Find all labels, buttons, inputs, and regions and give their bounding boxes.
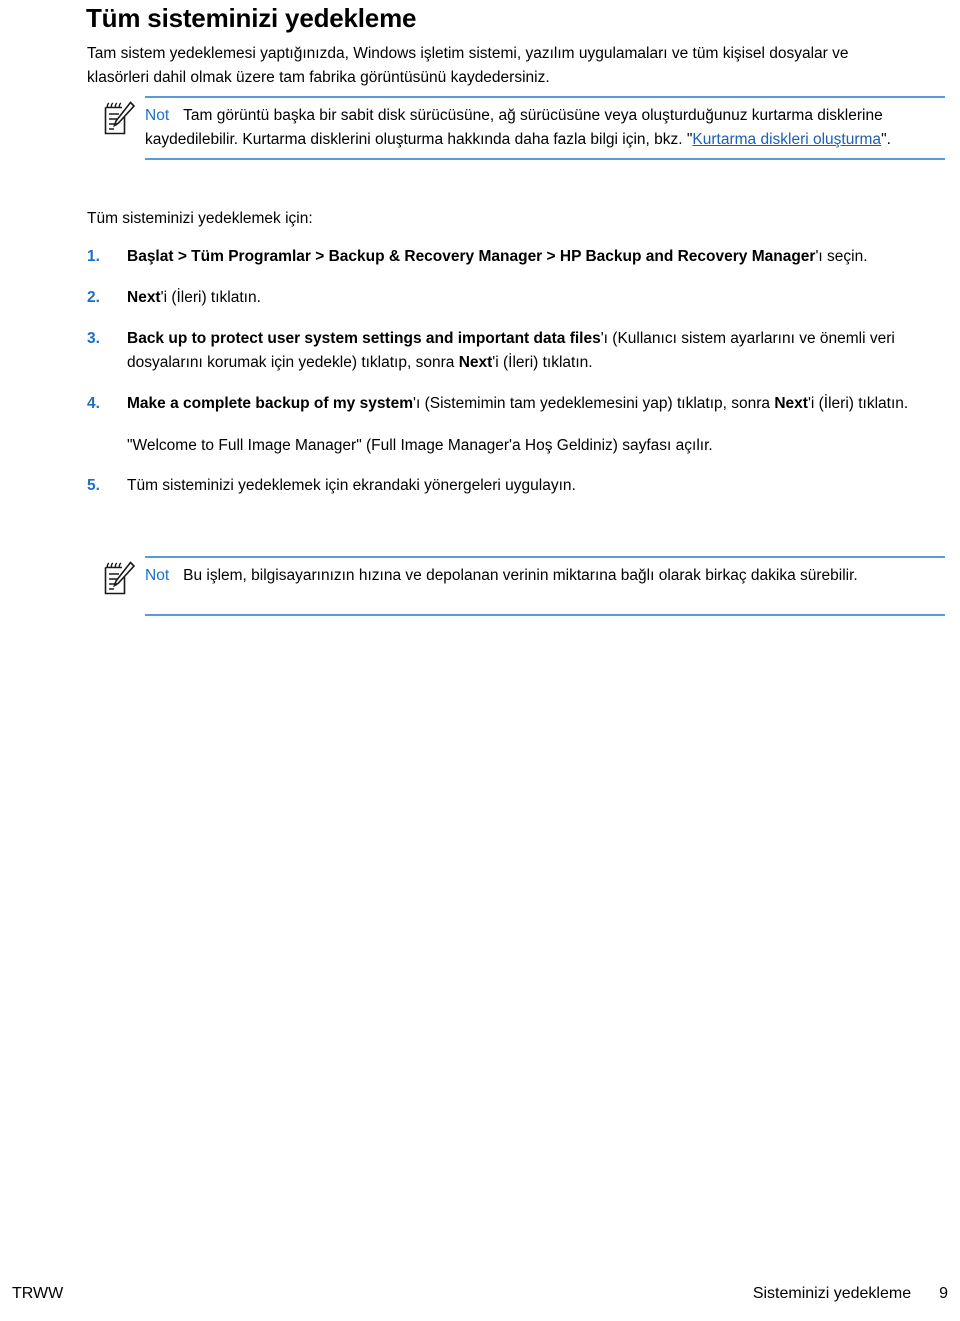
steps-list: 1. Başlat > Tüm Programlar > Backup & Re… [87,245,947,515]
page-footer: TRWW Sisteminizi yedekleme 9 [0,1285,960,1309]
step-rest: 'i (İleri) tıklatın. [807,395,909,412]
step-number: 5. [87,477,100,494]
step-bold-2: Next [458,354,493,371]
list-item: 3. Back up to protect user system settin… [87,327,947,375]
step-rest: 'i (İleri) tıklatın. [492,354,593,371]
footer-page-number: 9 [939,1285,948,1302]
note-body-text: Bu işlem, bilgisayarınızın hızına ve dep… [183,567,858,584]
list-item: 5. Tüm sisteminizi yedeklemek için ekran… [87,474,947,498]
step-number: 2. [87,289,100,306]
note-text: Not Bu işlem, bilgisayarınızın hızına ve … [145,567,858,584]
step-rest: 'ı seçin. [815,248,868,265]
lead-in-text: Tüm sisteminizi yedeklemek için: [87,210,313,227]
notepad-pencil-icon [102,100,136,136]
notepad-pencil-icon [102,560,136,596]
note-label: Not [145,107,170,124]
step-text: Make a complete backup of my system'ı (S… [127,395,908,412]
step-text: Başlat > Tüm Programlar > Backup & Recov… [127,248,868,265]
step-rest: Tüm sisteminizi yedeklemek için ekrandak… [127,477,576,494]
intro-paragraph: Tam sistem yedeklemesi yaptığınızda, Win… [87,45,849,86]
note-bottom-rule [145,158,945,160]
step-number: 4. [87,395,100,412]
note-body: Not Bu işlem, bilgisayarınızın hızına ve … [100,558,945,614]
note-text: Not Tam görüntü başka bir sabit disk sürü… [145,107,891,148]
note-bottom-rule [145,614,945,616]
page-title: Tüm sisteminizi yedekleme [86,3,417,33]
footer-section-title: Sisteminizi yedekleme [752,1285,912,1302]
recovery-disks-link[interactable]: Kurtarma diskleri oluşturma [692,131,881,148]
step-sub-note: "Welcome to Full Image Manager" (Full Im… [127,437,713,454]
note-block-1: Not Tam görüntü başka bir sabit disk sürü… [100,96,945,160]
list-item: 2. Next'i (İleri) tıklatın. [87,286,947,310]
note-body: Not Tam görüntü başka bir sabit disk sürü… [100,98,945,158]
step-bold: Başlat > Tüm Programlar > Backup & Recov… [127,248,816,265]
step-text: Next'i (İleri) tıklatın. [127,289,261,306]
step-bold: Next [127,289,161,306]
step-bold-2: Next [774,395,808,412]
step-bold: Back up to protect user system settings … [127,330,601,347]
note-label: Not [145,567,170,584]
list-item: 1. Başlat > Tüm Programlar > Backup & Re… [87,245,947,269]
step-mid: 'ı (Sistemimin tam yedeklemesini yap) tı… [413,395,775,412]
step-number: 1. [87,248,100,265]
list-item: 4. Make a complete backup of my system'ı… [87,392,947,416]
step-text: Tüm sisteminizi yedeklemek için ekrandak… [127,477,576,494]
note-text-after-link: ". [881,131,891,148]
footer-right-group: Sisteminizi yedekleme 9 [753,1285,948,1303]
note-block-2: Not Bu işlem, bilgisayarınızın hızına ve … [100,556,945,616]
document-page: Tüm sisteminizi yedekleme Tam sistem yed… [0,0,960,1321]
footer-left-label: TRWW [12,1285,64,1302]
step-rest: 'i (İleri) tıklatın. [160,289,261,306]
step-number: 3. [87,330,100,347]
step-bold: Make a complete backup of my system [127,395,414,412]
step-text: Back up to protect user system settings … [127,330,895,371]
